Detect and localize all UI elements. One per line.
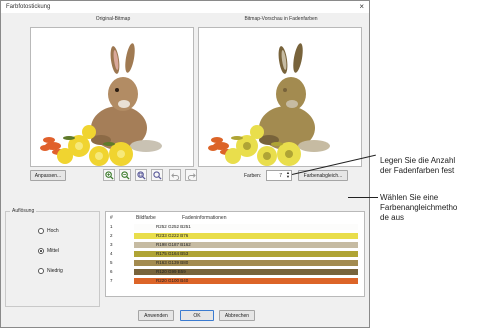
thread-info: R163 G139 B80	[156, 260, 189, 265]
dialog-title: Farbfotostickung	[6, 4, 51, 10]
farben-value: 7	[279, 173, 282, 179]
zoom-in-icon[interactable]	[103, 169, 115, 181]
original-bitmap-pane	[30, 27, 194, 167]
callout-abgleich-line3: de aus	[380, 213, 405, 222]
radio-label-niedrig: Niedrig	[47, 268, 63, 274]
radio-button-selected[interactable]	[38, 248, 44, 254]
table-row[interactable]: 6 R120 G99 B59	[106, 268, 364, 276]
table-row[interactable]: 1 R252 G252 B251	[106, 223, 364, 231]
title-bar: Farbfotostickung ×	[1, 1, 369, 13]
zoom-actual-icon[interactable]	[151, 169, 163, 181]
radio-niedrig[interactable]: Niedrig	[38, 268, 63, 274]
row-number: 5	[110, 260, 113, 265]
color-table: # Bildfarbe Fadeninformationen 1 R252 G25…	[105, 211, 365, 297]
row-number: 1	[110, 224, 113, 229]
farben-spinbox[interactable]: 7 ▲ ▼	[266, 170, 292, 181]
anpassen-button[interactable]: Anpassen...	[30, 170, 66, 181]
header-bildfarbe: Bildfarbe	[136, 215, 156, 221]
table-row[interactable]: 4 R175 G164 B53	[106, 250, 364, 258]
row-number: 3	[110, 242, 113, 247]
radio-hoch[interactable]: Hoch	[38, 228, 59, 234]
thread-info: R233 G222 B76	[156, 233, 189, 238]
row-number: 7	[110, 278, 113, 283]
table-row[interactable]: 3 R198 G187 B162	[106, 241, 364, 249]
row-number: 4	[110, 251, 113, 256]
callout-farben-line1: Legen Sie die Anzahl	[380, 156, 456, 165]
callout-abgleich: Wählen Sie eine Farbenangleichmetho de a…	[380, 193, 457, 223]
callout-line-abgleich	[348, 197, 378, 198]
radio-button[interactable]	[38, 228, 44, 234]
radio-label-hoch: Hoch	[47, 228, 59, 234]
original-rabbit-image	[40, 43, 162, 166]
thread-info: R220 G100 B40	[156, 278, 189, 283]
radio-mittel[interactable]: Mittel	[38, 248, 59, 254]
spinner-arrows-icon[interactable]: ▲ ▼	[286, 171, 290, 179]
anwenden-button[interactable]: Anwenden	[138, 310, 174, 321]
zoom-fit-icon[interactable]	[135, 169, 147, 181]
thread-info: R120 G99 B59	[156, 269, 186, 274]
row-number: 2	[110, 233, 113, 238]
radio-button[interactable]	[38, 268, 44, 274]
callout-farben-line2: der Fadenfarben fest	[380, 166, 455, 175]
callout-abgleich-line1: Wählen Sie eine	[380, 193, 439, 202]
preview-rabbit-image	[208, 43, 330, 166]
callout-abgleich-line2: Farbenangleichmetho	[380, 203, 458, 212]
thread-info: R252 G252 B251	[156, 224, 191, 229]
radio-label-mittel: Mittel	[47, 248, 59, 254]
farben-label: Farben:	[244, 173, 262, 179]
aufloesung-title: Auflösung	[10, 208, 37, 214]
header-fadeninformationen: Fadeninformationen	[182, 215, 227, 221]
table-row[interactable]: 5 R163 G139 B80	[106, 259, 364, 267]
thread-info: R198 G187 B162	[156, 242, 191, 247]
preview-bitmap-pane	[198, 27, 362, 167]
callout-farben: Legen Sie die Anzahl der Fadenfarben fes…	[380, 156, 455, 176]
zoom-out-icon[interactable]	[119, 169, 131, 181]
redo-icon[interactable]	[185, 169, 197, 181]
row-number: 6	[110, 269, 113, 274]
abbrechen-button[interactable]: Abbrechen	[219, 310, 255, 321]
header-number: #	[110, 215, 113, 221]
table-row[interactable]: 7 R220 G100 B40	[106, 277, 364, 285]
aufloesung-group: Auflösung Hoch Mittel Niedrig	[5, 208, 100, 307]
ok-button[interactable]: OK	[180, 310, 214, 321]
color-photo-stitch-dialog: Farbfotostickung × Original-Bitmap Bitma…	[0, 0, 370, 328]
thread-info: R175 G164 B53	[156, 251, 189, 256]
preview-bitmap-label: Bitmap-Vorschau in Fadenfarben	[244, 16, 318, 22]
undo-icon[interactable]	[169, 169, 181, 181]
close-icon[interactable]: ×	[359, 2, 364, 11]
original-bitmap-label: Original-Bitmap	[95, 16, 131, 22]
table-row[interactable]: 2 R233 G222 B76	[106, 232, 364, 240]
table-header: # Bildfarbe Fadeninformationen	[106, 212, 364, 222]
